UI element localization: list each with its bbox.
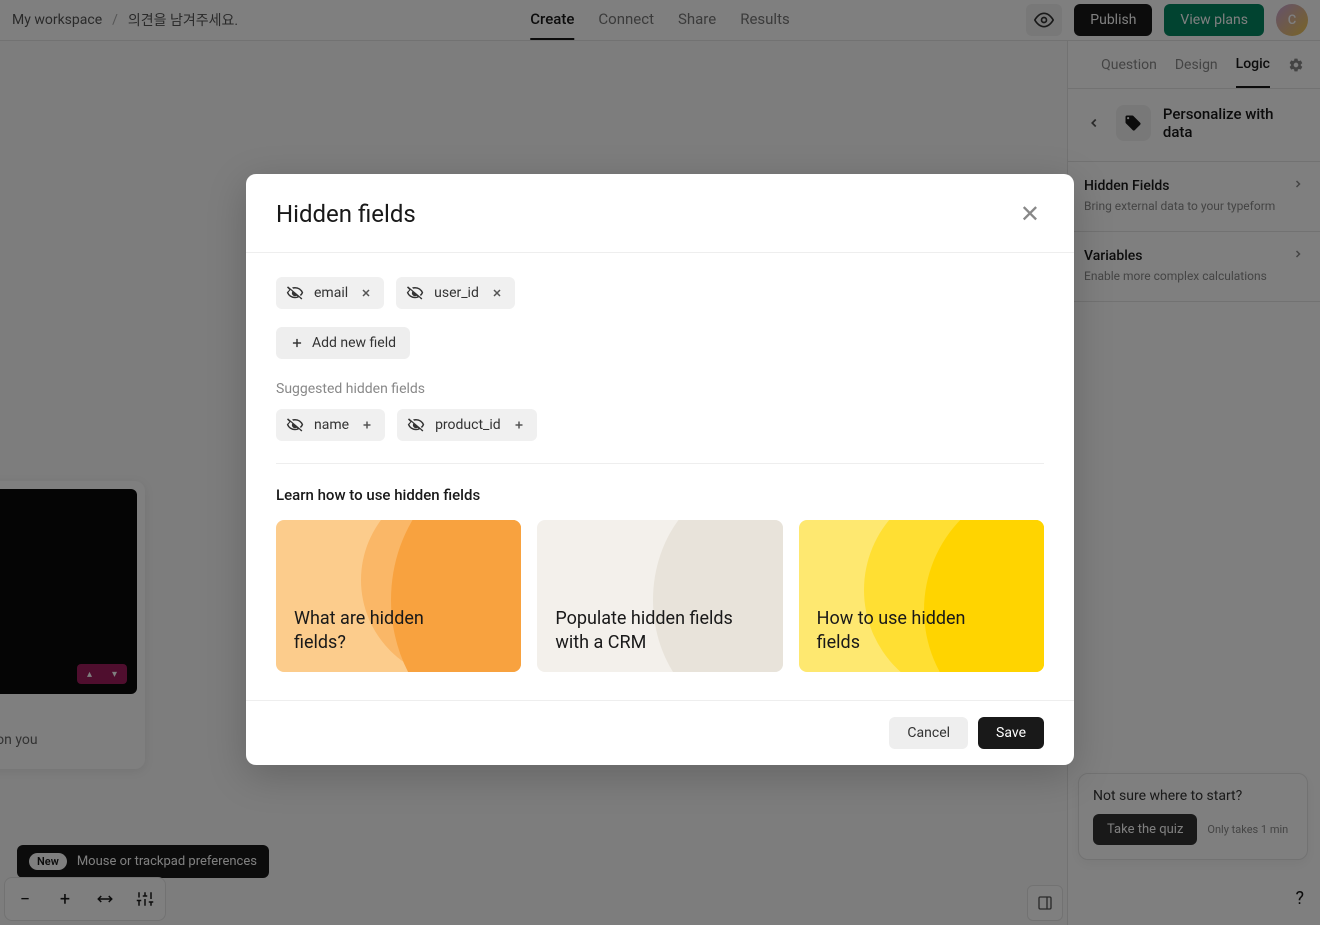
hidden-icon [286, 416, 304, 434]
learn-title: Learn how to use hidden fields [276, 486, 1044, 504]
field-chip-label: email [314, 285, 348, 301]
suggested-label: Suggested hidden fields [276, 381, 1044, 397]
suggested-chip-name: name [276, 409, 385, 441]
hidden-fields-modal: Hidden fields ✕ email user_id [246, 174, 1074, 765]
hidden-icon [406, 284, 424, 302]
divider [276, 463, 1044, 464]
field-chips: email user_id [276, 277, 1044, 309]
modal-title: Hidden fields [276, 200, 416, 228]
plus-icon [290, 336, 304, 350]
modal-footer: Cancel Save [246, 700, 1074, 765]
modal-header: Hidden fields ✕ [246, 174, 1074, 253]
close-button[interactable]: ✕ [1016, 196, 1044, 232]
add-suggested-button[interactable] [511, 417, 527, 433]
suggested-chips: name product_id [276, 409, 1044, 441]
learn-card-what[interactable]: What are hidden fields? [276, 520, 521, 672]
learn-cards: What are hidden fields? Populate hidden … [276, 520, 1044, 672]
save-button[interactable]: Save [978, 717, 1044, 749]
remove-field-button[interactable] [489, 285, 505, 301]
close-icon: ✕ [1020, 200, 1040, 228]
learn-card-populate[interactable]: Populate hidden fields with a CRM [537, 520, 782, 672]
suggested-chip-label: name [314, 417, 349, 433]
suggested-chip-product-id: product_id [397, 409, 537, 441]
cancel-button[interactable]: Cancel [889, 717, 968, 749]
remove-field-button[interactable] [358, 285, 374, 301]
field-chip-user-id: user_id [396, 277, 515, 309]
add-field-button[interactable]: Add new field [276, 327, 410, 359]
suggested-chip-label: product_id [435, 417, 501, 433]
add-field-label: Add new field [312, 335, 396, 351]
learn-card-title: Populate hidden fields with a CRM [555, 607, 733, 654]
hidden-icon [407, 416, 425, 434]
field-chip-email: email [276, 277, 384, 309]
learn-card-howto[interactable]: How to use hidden fields [799, 520, 1044, 672]
learn-card-title: How to use hidden fields [817, 607, 995, 654]
hidden-icon [286, 284, 304, 302]
add-suggested-button[interactable] [359, 417, 375, 433]
modal-body: email user_id Add new field Suggeste [246, 253, 1074, 700]
learn-card-title: What are hidden fields? [294, 607, 472, 654]
field-chip-label: user_id [434, 285, 479, 301]
